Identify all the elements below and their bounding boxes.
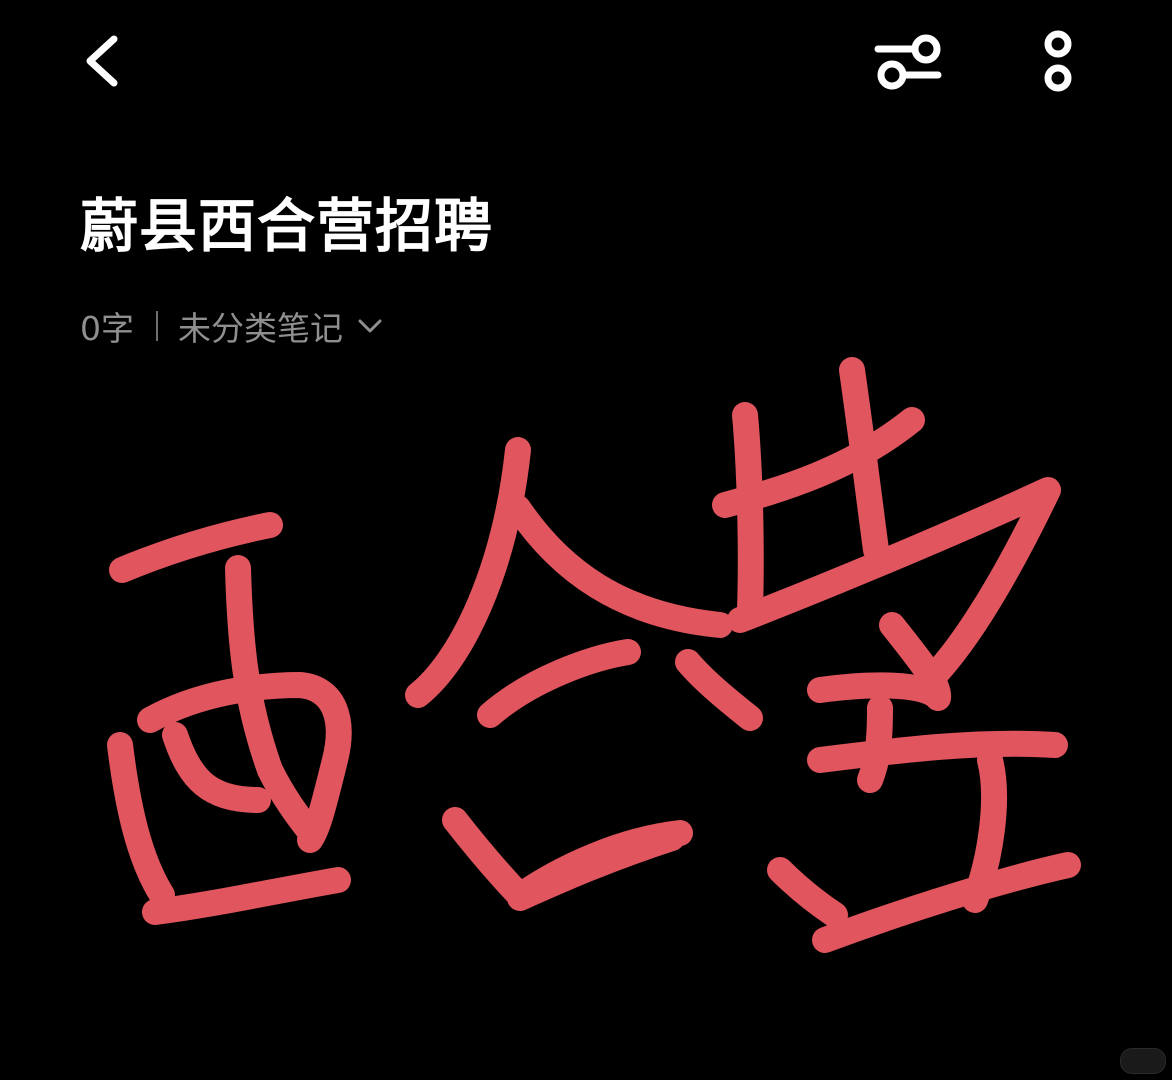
note-title[interactable]: 蔚县西合营招聘 (80, 190, 493, 262)
chevron-down-icon (358, 319, 382, 333)
handwriting-strokes (107, 357, 1081, 953)
top-bar (0, 0, 1172, 130)
filter-button[interactable] (866, 25, 950, 101)
watermark-badge (1120, 1048, 1166, 1074)
vertical-dots-icon (1044, 30, 1072, 92)
chevron-left-icon (86, 35, 118, 87)
handwriting-drawing[interactable] (0, 340, 1172, 990)
meta-divider (156, 311, 158, 341)
sliders-icon (874, 34, 942, 90)
more-options-button[interactable] (1024, 24, 1092, 100)
back-button[interactable] (70, 25, 140, 95)
